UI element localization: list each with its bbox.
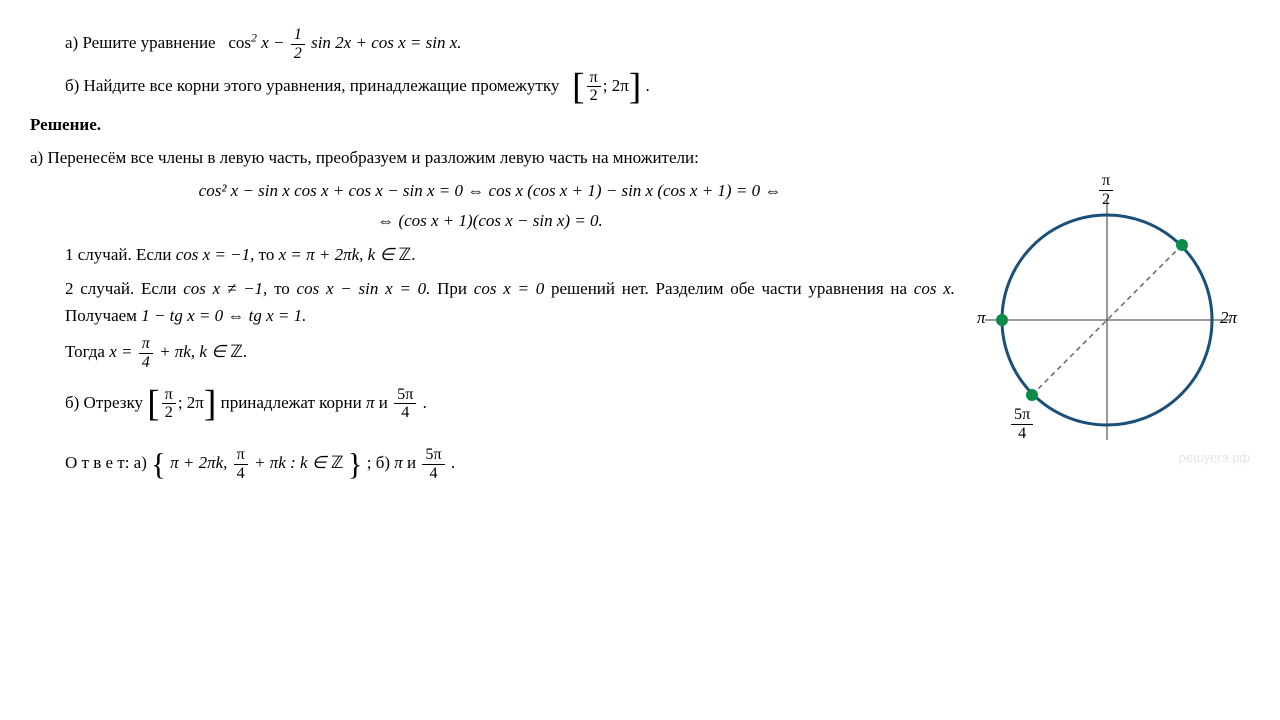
then-line: Тогда x = π4 + πk, k ∈ ℤ. [65, 335, 950, 372]
equation-line-1: cos² x − sin x cos x + cos x − sin x = 0… [30, 181, 950, 201]
equation-line-2: ⇔ (cos x + 1)(cos x − sin x) = 0. [30, 211, 950, 231]
problem-text: а) Решите уравнение cos2 x − 12 sin 2x +… [30, 26, 950, 483]
part-b-solution: б) Отрезку [π2; 2π] принадлежат корни π … [65, 386, 950, 423]
case-2: 2 случай. Если cos x ≠ −1, то cos x − si… [65, 275, 955, 329]
circle-label-bottom: 5π4 [1009, 406, 1035, 443]
part-a-statement: а) Решите уравнение cos2 x − 12 sin 2x +… [65, 26, 950, 63]
answer-line: О т в е т: а) { π + 2πk, π4 + πk : k ∈ ℤ… [65, 446, 950, 483]
case-1: 1 случай. Если cos x = −1, то x = π + 2π… [65, 241, 950, 268]
circle-label-top: π2 [1097, 172, 1115, 209]
solution-a-intro: а) Перенесём все члены в левую часть, пр… [30, 144, 950, 171]
circle-label-right: 2π [1220, 308, 1237, 328]
part-a-prefix: а) Решите уравнение [65, 33, 216, 52]
watermark: решуегэ.рф [1179, 450, 1250, 465]
circle-label-left: π [977, 308, 986, 328]
unit-circle-svg [965, 180, 1250, 460]
part-b-statement: б) Найдите все корни этого уравнения, пр… [65, 69, 950, 106]
unit-circle-diagram: π2 π 2π 5π4 [965, 180, 1250, 460]
solution-heading: Решение. [30, 111, 950, 138]
